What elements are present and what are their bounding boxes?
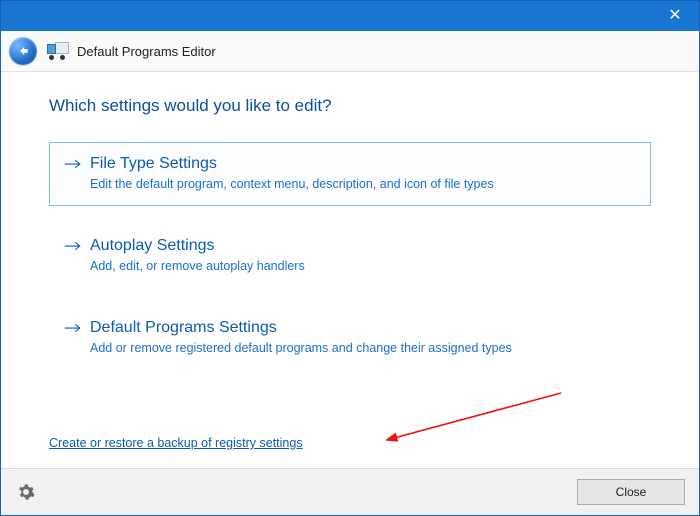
header-band: Default Programs Editor <box>1 31 699 72</box>
close-icon: ✕ <box>668 8 681 24</box>
option-title: Autoplay Settings <box>90 237 636 255</box>
close-button[interactable]: Close <box>577 479 685 505</box>
app-window: ✕ Default Programs Editor Which settings… <box>0 0 700 516</box>
back-arrow-icon <box>16 44 30 58</box>
arrow-right-icon <box>64 155 84 174</box>
option-desc: Add or remove registered default program… <box>90 341 636 355</box>
close-button-label: Close <box>616 485 647 499</box>
option-desc: Edit the default program, context menu, … <box>90 177 636 191</box>
arrow-right-icon <box>64 237 84 256</box>
window-close-button[interactable]: ✕ <box>655 2 695 30</box>
back-button[interactable] <box>9 37 37 65</box>
option-default-programs-settings[interactable]: Default Programs Settings Add or remove … <box>49 306 651 370</box>
backup-link[interactable]: Create or restore a backup of registry s… <box>49 436 303 450</box>
annotation-arrow <box>386 388 566 448</box>
option-autoplay-settings[interactable]: Autoplay Settings Add, edit, or remove a… <box>49 224 651 288</box>
option-file-type-settings[interactable]: File Type Settings Edit the default prog… <box>49 142 651 206</box>
footer: Close <box>1 468 699 515</box>
option-desc: Add, edit, or remove autoplay handlers <box>90 259 636 273</box>
main-content: Which settings would you like to edit? F… <box>1 72 699 468</box>
arrow-right-icon <box>64 319 84 338</box>
settings-gear-button[interactable] <box>15 481 37 503</box>
app-truck-icon <box>45 42 69 60</box>
option-title: Default Programs Settings <box>90 319 636 337</box>
page-heading: Which settings would you like to edit? <box>49 96 651 116</box>
app-title: Default Programs Editor <box>77 44 216 59</box>
gear-icon <box>17 483 35 501</box>
option-title: File Type Settings <box>90 155 636 173</box>
titlebar: ✕ <box>1 1 699 31</box>
